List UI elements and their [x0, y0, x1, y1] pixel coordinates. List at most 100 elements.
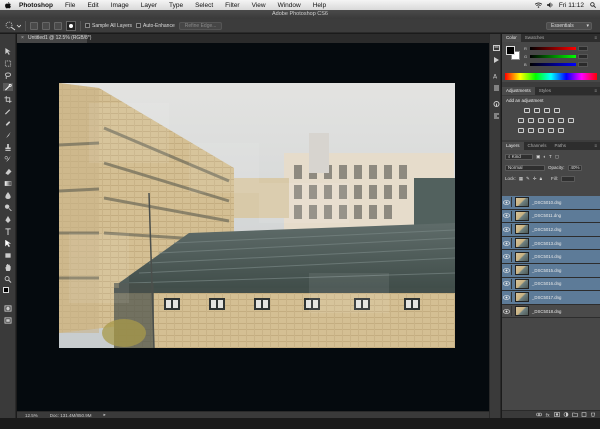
opacity-field[interactable]: 40% — [567, 164, 582, 171]
eye-icon[interactable] — [502, 210, 512, 221]
link-layers-icon[interactable] — [536, 412, 542, 417]
eye-icon[interactable] — [502, 278, 512, 289]
tab-color[interactable]: Color — [502, 34, 521, 42]
eraser-tool-icon[interactable] — [3, 167, 13, 175]
spotlight-search-icon[interactable] — [589, 2, 596, 9]
screen-mode-icon[interactable] — [3, 316, 13, 324]
posterize-icon[interactable] — [528, 128, 534, 133]
blue-slider[interactable]: B — [524, 62, 596, 67]
foreground-color-swatch[interactable] — [3, 287, 9, 293]
filter-pixel-icon[interactable]: ▣ — [536, 154, 540, 160]
filter-shape-icon[interactable]: ▢ — [555, 154, 559, 160]
layer-row[interactable]: _DSC5011.dng — [502, 209, 600, 224]
layer-row[interactable]: _DSC5012.dng — [502, 223, 600, 237]
lock-transparent-icon[interactable]: ▦ — [519, 176, 523, 182]
layer-row[interactable]: _DSC5013.dng — [502, 236, 600, 251]
sample-all-layers-checkbox[interactable]: Sample All Layers — [85, 23, 132, 29]
wifi-icon[interactable] — [534, 2, 542, 9]
foreground-color-swatch[interactable] — [506, 46, 515, 55]
eye-icon[interactable] — [502, 238, 512, 249]
layer-row[interactable]: _DSC5017.dng — [502, 291, 600, 305]
lasso-tool-icon[interactable] — [3, 71, 13, 79]
type-tool-icon[interactable] — [3, 227, 13, 235]
workspace-select[interactable]: Essentials ▾ — [546, 22, 592, 30]
apple-icon[interactable] — [4, 1, 12, 9]
blue-value-field[interactable] — [578, 62, 588, 67]
blend-mode-select[interactable]: Normal — [505, 164, 545, 171]
red-track[interactable] — [530, 47, 576, 50]
eyedropper-tool-icon[interactable] — [3, 107, 13, 115]
layer-row[interactable]: _DSC5010.dng — [502, 196, 600, 210]
properties-panel-icon[interactable] — [492, 112, 500, 119]
brush-tool-icon[interactable] — [3, 131, 13, 139]
subtract-selection-icon[interactable] — [54, 21, 62, 30]
document-size-info[interactable]: Doc: 131.4M/850.9M — [50, 413, 92, 418]
eye-icon[interactable] — [502, 224, 512, 235]
volume-icon[interactable] — [546, 2, 554, 9]
menu-edit[interactable]: Edit — [81, 2, 104, 9]
zoom-tool-icon[interactable] — [3, 275, 13, 283]
filter-adjustment-icon[interactable]: ◐ — [543, 154, 546, 159]
photo-filter-icon[interactable] — [558, 118, 564, 123]
new-group-icon[interactable] — [572, 412, 578, 417]
lock-all-icon[interactable]: 🔒︎ — [540, 176, 542, 181]
layer-mask-icon[interactable] — [554, 412, 560, 417]
delete-layer-icon[interactable] — [590, 412, 596, 417]
layer-row[interactable]: _DSC5018.dng — [502, 304, 600, 319]
pen-tool-icon[interactable] — [3, 215, 13, 223]
history-brush-tool-icon[interactable] — [3, 155, 13, 163]
filter-type-icon[interactable]: T — [549, 154, 552, 159]
new-layer-icon[interactable] — [581, 412, 587, 417]
add-to-selection-icon[interactable] — [42, 21, 50, 30]
menu-window[interactable]: Window — [272, 2, 307, 9]
zoom-level[interactable]: 12.5% — [25, 413, 38, 418]
close-icon[interactable]: × — [21, 34, 25, 43]
layer-row[interactable]: _DSC5015.dng — [502, 263, 600, 278]
red-value-field[interactable] — [578, 46, 588, 51]
quick-selection-tool-icon[interactable] — [3, 83, 13, 91]
tab-layers[interactable]: Layers — [502, 142, 524, 150]
channel-mixer-icon[interactable] — [568, 118, 574, 123]
selective-color-icon[interactable] — [558, 128, 564, 133]
menu-help[interactable]: Help — [307, 2, 332, 9]
red-slider[interactable]: R — [524, 46, 596, 51]
brush-picker-button[interactable] — [66, 20, 76, 31]
menubar-clock[interactable]: Fri 11:12 — [559, 2, 584, 9]
levels-icon[interactable] — [534, 108, 540, 113]
menu-image[interactable]: Image — [105, 2, 135, 9]
tool-preset-picker[interactable] — [3, 21, 21, 31]
eye-icon[interactable] — [502, 292, 512, 303]
actions-panel-icon[interactable] — [492, 56, 500, 63]
shape-tool-icon[interactable] — [3, 251, 13, 259]
blur-tool-icon[interactable] — [3, 191, 13, 199]
green-track[interactable] — [530, 55, 576, 58]
clone-stamp-tool-icon[interactable] — [3, 143, 13, 151]
tab-swatches[interactable]: Swatches — [521, 34, 549, 42]
info-panel-icon[interactable] — [492, 100, 500, 107]
paragraph-panel-icon[interactable] — [492, 84, 500, 91]
history-panel-icon[interactable] — [492, 44, 500, 51]
healing-brush-tool-icon[interactable] — [3, 119, 13, 127]
eye-icon[interactable] — [502, 265, 512, 276]
foreground-background-colors[interactable] — [3, 287, 13, 297]
gradient-tool-icon[interactable] — [3, 179, 13, 187]
quick-mask-icon[interactable] — [3, 304, 13, 312]
threshold-icon[interactable] — [538, 128, 544, 133]
document-canvas-area[interactable] — [17, 43, 489, 411]
lock-image-icon[interactable]: ✎ — [526, 176, 530, 182]
curves-icon[interactable] — [544, 108, 550, 113]
fill-field[interactable] — [561, 175, 575, 182]
tab-styles[interactable]: Styles — [535, 87, 555, 95]
lock-position-icon[interactable]: ✛ — [533, 176, 537, 182]
menu-layer[interactable]: Layer — [135, 2, 163, 9]
refine-edge-button[interactable]: Refine Edge... — [178, 21, 223, 30]
tab-paths[interactable]: Paths — [551, 142, 571, 150]
crop-tool-icon[interactable] — [3, 95, 13, 103]
character-panel-icon[interactable]: A — [492, 72, 500, 79]
gradient-map-icon[interactable] — [548, 128, 554, 133]
hue-saturation-icon[interactable] — [528, 118, 534, 123]
color-panel-fg-bg[interactable] — [506, 46, 520, 60]
path-selection-tool-icon[interactable] — [3, 239, 13, 247]
panel-menu-icon[interactable]: ≡ — [591, 142, 600, 150]
menu-type[interactable]: Type — [163, 2, 189, 9]
